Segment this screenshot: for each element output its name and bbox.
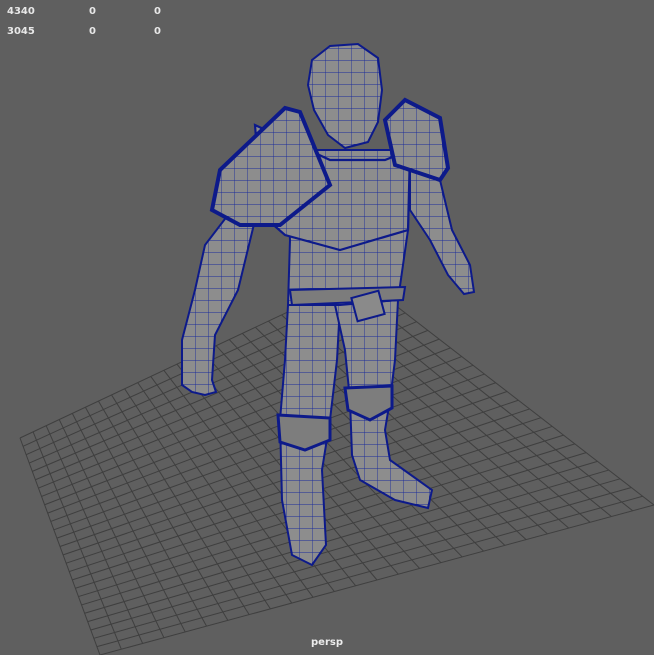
viewport-persp[interactable]: 4340 0 0 3045 0 0 persp (0, 0, 654, 655)
grid-line (81, 452, 587, 606)
hud-value: 3045 (7, 26, 35, 37)
grid-line (90, 478, 621, 631)
hud-value: 0 (89, 6, 96, 17)
hud-value: 0 (154, 6, 161, 17)
grid-line (87, 469, 609, 623)
grid-line (96, 495, 643, 648)
camera-label: persp (311, 637, 343, 648)
grid-line (93, 487, 632, 639)
head (306, 42, 384, 150)
hud-row: 3045 0 0 (0, 26, 654, 40)
left-arm (181, 213, 257, 397)
right-arm (409, 168, 476, 296)
scene-canvas[interactable] (0, 0, 654, 655)
hud-value: 4340 (7, 6, 35, 17)
grid-line (99, 504, 654, 655)
hud-value: 0 (154, 26, 161, 37)
grid-line (84, 460, 598, 614)
hud-value: 0 (89, 26, 96, 37)
hud-row: 4340 0 0 (0, 6, 654, 20)
